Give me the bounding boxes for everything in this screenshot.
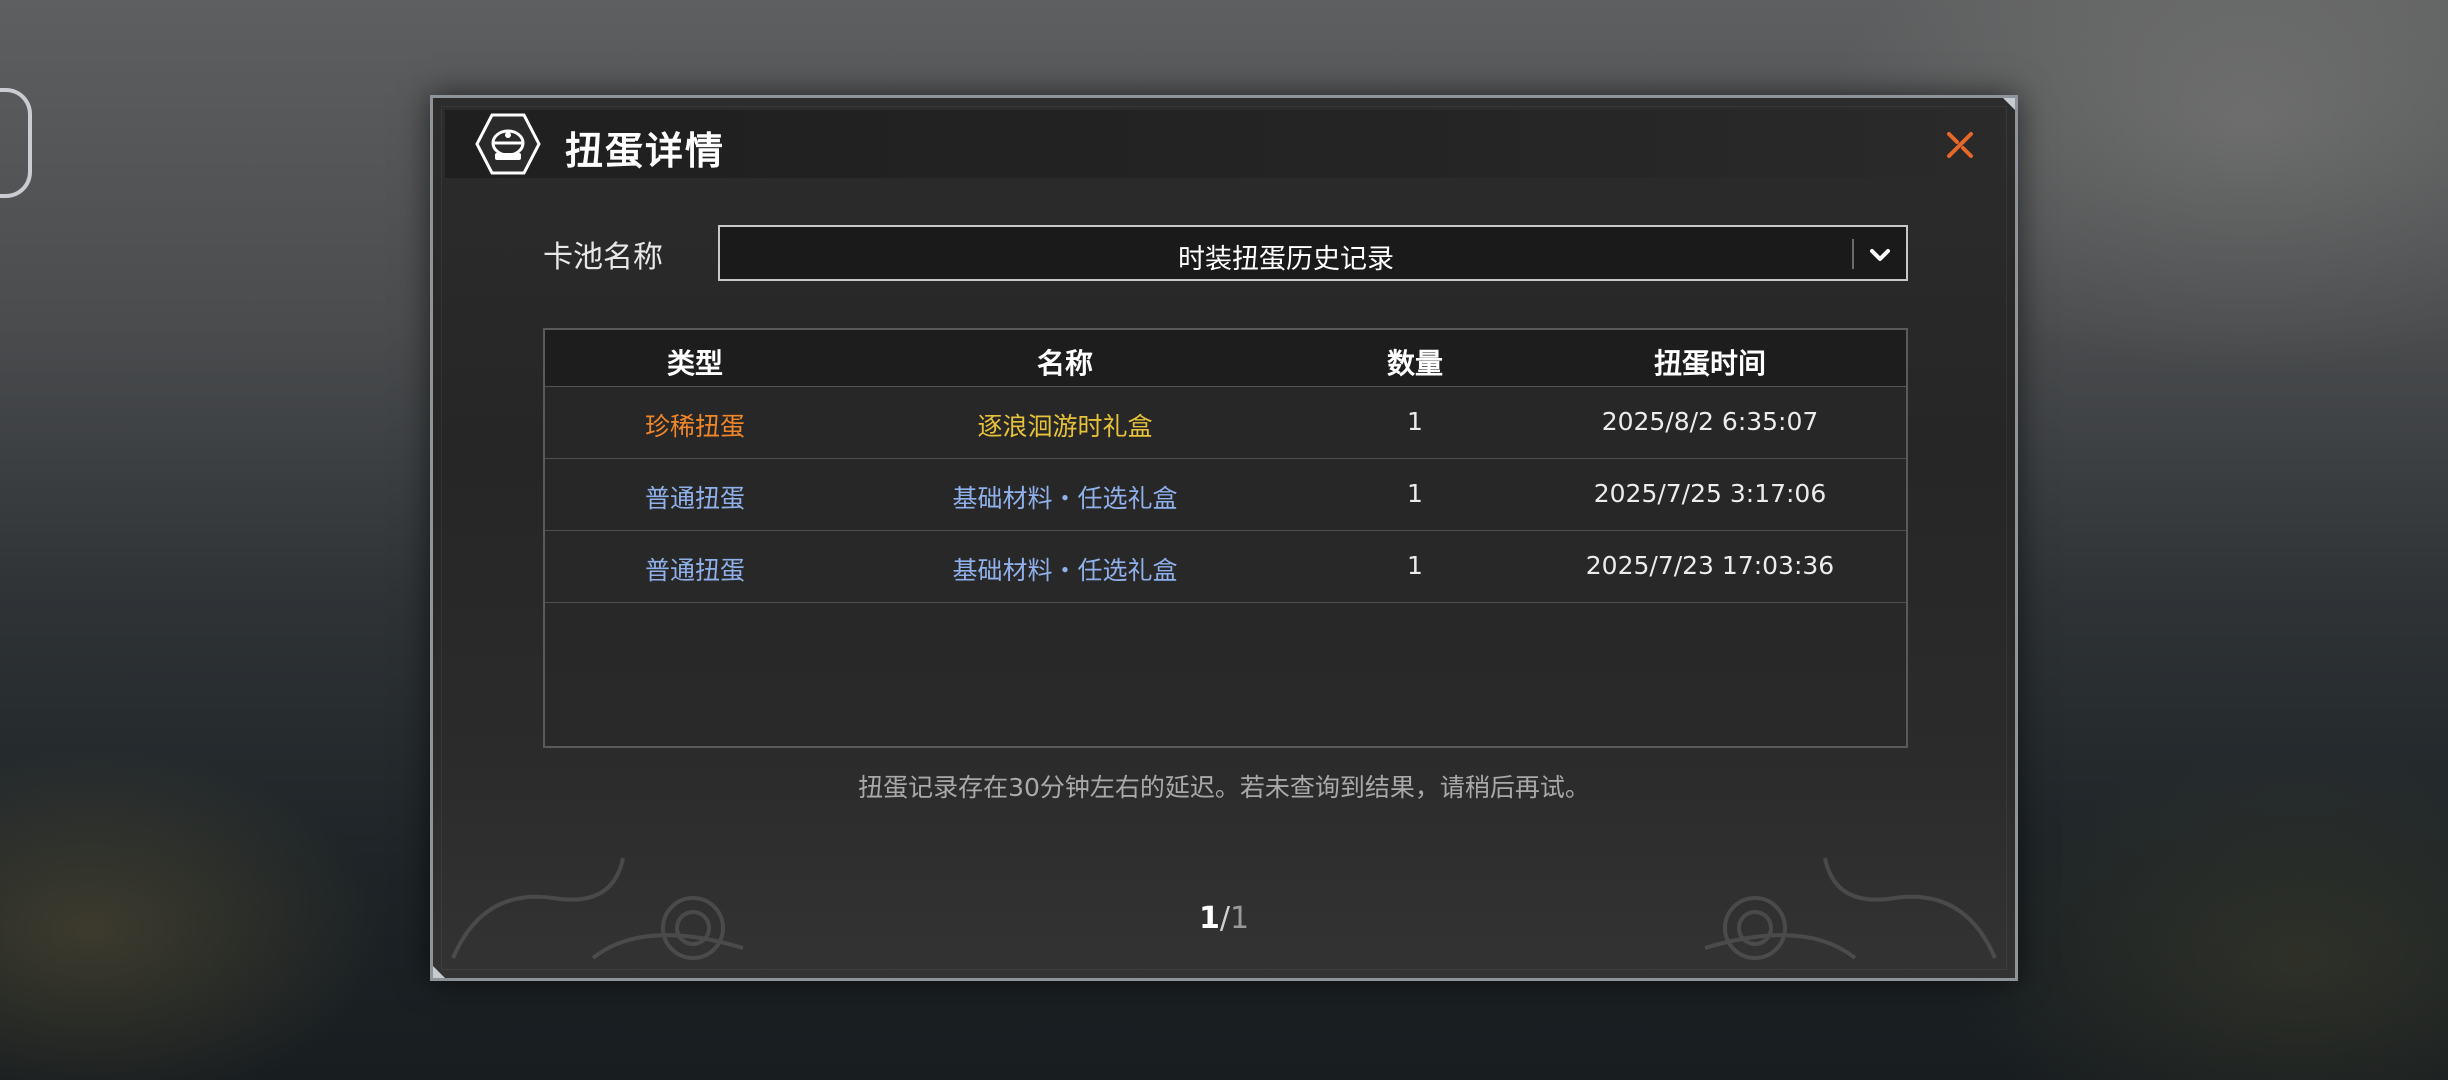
page-current: 1: [1198, 901, 1220, 936]
column-header-time: 扭蛋时间: [1653, 347, 1766, 380]
table-row: 珍稀扭蛋 逐浪洄游时礼盒 1 2025/8/2 6:35:07: [545, 386, 1906, 459]
ornament-decoration: [1704, 857, 1997, 960]
dialog-titlebar: 扭蛋详情: [445, 110, 2003, 178]
table-header: 类型 名称 数量 扭蛋时间: [545, 330, 1906, 387]
chevron-down-icon[interactable]: [1864, 239, 1896, 271]
pool-dropdown-value: 时装扭蛋历史记录: [1178, 244, 1394, 275]
dialog-title: 扭蛋详情: [565, 129, 726, 173]
delay-notice: 扭蛋记录存在30分钟左右的延迟。若未查询到结果，请稍后再试。: [858, 773, 1590, 802]
pool-dropdown[interactable]: 时装扭蛋历史记录: [718, 225, 1908, 281]
table-row: 普通扭蛋 基础材料・任选礼盒 1 2025/7/25 3:17:06: [545, 458, 1906, 531]
gacha-details-dialog: 扭蛋详情 卡池名称 时装扭蛋历史记录 类型 名称 数量 扭蛋时间 珍稀扭蛋 逐浪…: [430, 95, 2018, 981]
pool-name-label: 卡池名称: [543, 240, 663, 275]
page-separator: /: [1219, 901, 1230, 936]
column-header-name: 名称: [1036, 347, 1093, 380]
cell-type: 普通扭蛋: [644, 484, 745, 513]
gacha-capsule-icon: [475, 113, 541, 175]
cell-quantity: 1: [1407, 551, 1423, 580]
cell-type: 珍稀扭蛋: [644, 412, 745, 441]
cell-name: 基础材料・任选礼盒: [952, 556, 1178, 585]
cell-time: 2025/8/2 6:35:07: [1601, 407, 1819, 436]
pagination: 1/1: [433, 901, 2015, 936]
dropdown-divider: [1852, 239, 1854, 269]
cell-name: 基础材料・任选礼盒: [952, 484, 1178, 513]
cell-type: 普通扭蛋: [644, 556, 745, 585]
page-total: 1: [1229, 901, 1250, 936]
cell-quantity: 1: [1407, 479, 1423, 508]
gacha-history-table: 类型 名称 数量 扭蛋时间 珍稀扭蛋 逐浪洄游时礼盒 1 2025/8/2 6:…: [543, 328, 1908, 748]
close-icon[interactable]: [1943, 128, 1977, 162]
column-header-type: 类型: [666, 347, 723, 380]
table-row: 普通扭蛋 基础材料・任选礼盒 1 2025/7/23 17:03:36: [545, 530, 1906, 603]
ornament-decoration: [451, 857, 744, 960]
cell-quantity: 1: [1407, 407, 1423, 436]
cell-time: 2025/7/23 17:03:36: [1585, 551, 1835, 580]
column-header-quantity: 数量: [1386, 347, 1443, 380]
cell-time: 2025/7/25 3:17:06: [1593, 479, 1827, 508]
cell-name: 逐浪洄游时礼盒: [977, 412, 1153, 441]
side-panel-handle[interactable]: [0, 88, 32, 198]
close-button[interactable]: [1937, 122, 1983, 168]
